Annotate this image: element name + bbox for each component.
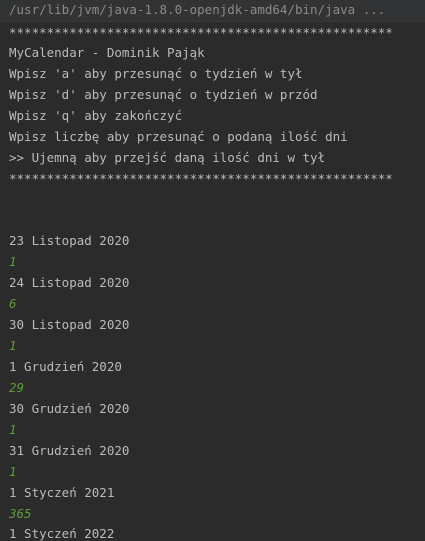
- date-output: 24 Listopad 2020: [9, 275, 130, 290]
- date-output: 30 Listopad 2020: [9, 317, 130, 332]
- user-input: 1: [9, 464, 17, 479]
- header-stars-top: ****************************************…: [9, 25, 393, 40]
- user-input: 29: [9, 380, 25, 395]
- user-input: 365: [9, 506, 32, 521]
- instruction-line: Wpisz 'a' aby przesunąć o tydzień w tył: [9, 66, 303, 81]
- app-title: MyCalendar - Dominik Pająk: [9, 45, 205, 60]
- date-output: 1 Styczeń 2022: [9, 526, 115, 541]
- user-input: 1: [9, 254, 17, 269]
- user-input: 6: [9, 296, 17, 311]
- header-stars-bottom: ****************************************…: [9, 171, 393, 186]
- instruction-line: Wpisz 'q' aby zakończyć: [9, 108, 183, 123]
- user-input: 1: [9, 338, 17, 353]
- run-console[interactable]: /usr/lib/jvm/java-1.8.0-openjdk-amd64/bi…: [0, 0, 425, 541]
- instruction-line: Wpisz 'd' aby przesunąć o tydzień w przó…: [9, 87, 318, 102]
- date-output: 23 Listopad 2020: [9, 233, 130, 248]
- date-output: 31 Grudzień 2020: [9, 443, 130, 458]
- user-input: 1: [9, 422, 17, 437]
- date-output: 1 Styczeń 2021: [9, 485, 115, 500]
- run-command-text: /usr/lib/jvm/java-1.8.0-openjdk-amd64/bi…: [9, 2, 386, 17]
- instruction-line: Wpisz liczbę aby przesunąć o podaną iloś…: [9, 129, 348, 144]
- run-command-line: /usr/lib/jvm/java-1.8.0-openjdk-amd64/bi…: [0, 0, 425, 22]
- instruction-line: >> Ujemną aby przejść daną ilość dni w t…: [9, 150, 326, 165]
- date-output: 1 Grudzień 2020: [9, 359, 122, 374]
- date-output: 30 Grudzień 2020: [9, 401, 130, 416]
